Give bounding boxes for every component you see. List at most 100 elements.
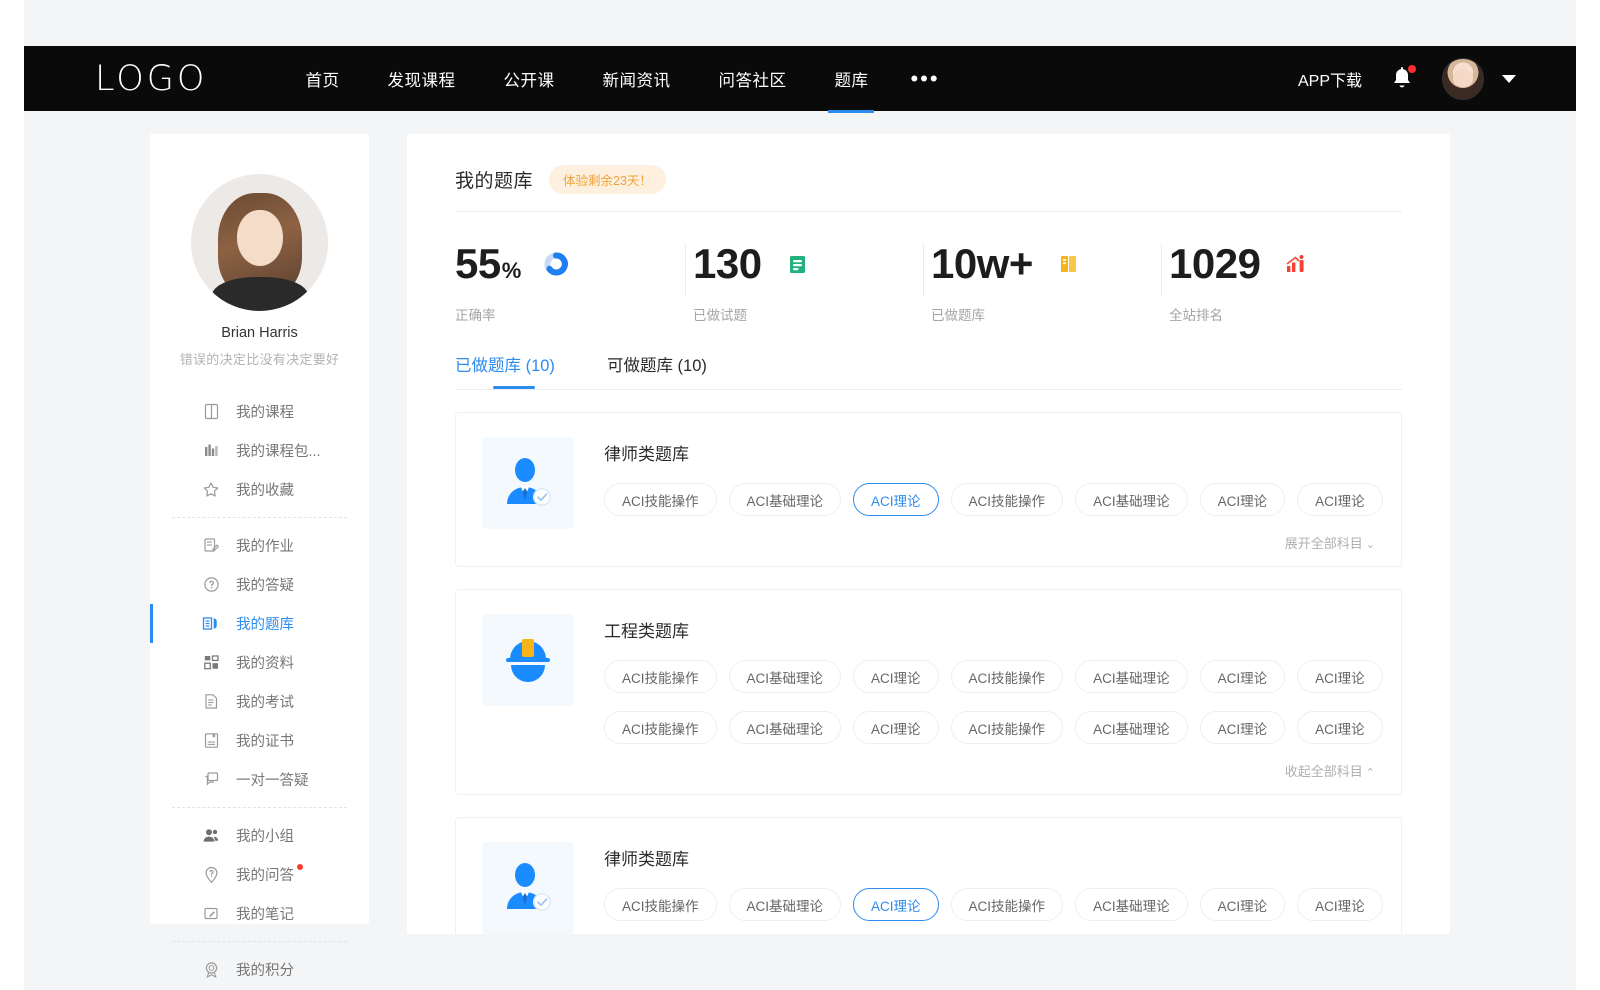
stat-label: 已做题库 [931, 304, 1169, 324]
question-bank-card[interactable]: 律师类题库 ACI技能操作 ACI基础理论 ACI理论 ACI技能操作 ACI基… [455, 412, 1402, 567]
tab-available-banks[interactable]: 可做题库 (10) [607, 352, 707, 389]
subject-tag[interactable]: ACI理论 [853, 660, 939, 693]
subject-tag[interactable]: ACI技能操作 [951, 888, 1064, 921]
subject-tag[interactable]: ACI理论 [1200, 888, 1286, 921]
stat-label: 正确率 [455, 304, 693, 324]
card-title: 律师类题库 [604, 845, 1375, 870]
nav-link-home[interactable]: 首页 [281, 67, 363, 91]
subject-tag-selected[interactable]: ACI理论 [853, 888, 939, 921]
more-menu-icon[interactable]: ••• [892, 74, 957, 84]
subject-tag[interactable]: ACI技能操作 [951, 711, 1064, 744]
sidebar-item-one-on-one-qa[interactable]: 一对一答疑 [150, 760, 369, 799]
green-doc-icon [785, 251, 811, 277]
subject-tag[interactable]: ACI理论 [1200, 711, 1286, 744]
notification-bell-button[interactable] [1390, 66, 1414, 92]
sidebar-item-my-course-packages[interactable]: 我的课程包... [150, 431, 369, 470]
stats-row: 55% 正确率 130 [407, 238, 1450, 324]
sidebar-item-my-points[interactable]: 我的积分 [150, 950, 369, 989]
exam-icon [202, 693, 220, 711]
sidebar-item-my-certificates[interactable]: 我的证书 [150, 721, 369, 760]
app-download-link[interactable]: APP下载 [1298, 67, 1362, 91]
sidebar-item-my-materials[interactable]: 我的资料 [150, 643, 369, 682]
profile-motto: 错误的决定比没有决定要好 [150, 349, 369, 368]
subject-tag[interactable]: ACI基础理论 [1075, 660, 1188, 693]
tab-done-banks[interactable]: 已做题库 (10) [455, 352, 555, 389]
nav-link-qa-community[interactable]: 问答社区 [694, 67, 810, 91]
collapse-all-subjects-button[interactable]: 收起全部科目⌃ [604, 761, 1375, 780]
header-avatar[interactable] [1442, 58, 1484, 100]
chevron-up-icon: ⌃ [1366, 767, 1375, 779]
stat-value: 1029 [1169, 243, 1261, 285]
avatar-body [212, 277, 308, 311]
subject-tag[interactable]: ACI基础理论 [729, 483, 842, 516]
sidebar-item-my-group[interactable]: 我的小组 [150, 816, 369, 855]
sidebar-item-my-notes[interactable]: 我的笔记 [150, 894, 369, 933]
chevron-down-icon[interactable] [1502, 75, 1516, 83]
yellow-book-icon [1056, 251, 1082, 277]
certificate-icon [202, 732, 220, 750]
materials-icon [202, 654, 220, 672]
sidebar-item-label: 我的题库 [236, 613, 294, 634]
top-navigation-bar: LOGO 首页 发现课程 公开课 新闻资讯 问答社区 题库 ••• APP下载 [24, 46, 1576, 111]
nav-link-discover-courses[interactable]: 发现课程 [363, 67, 479, 91]
sidebar-item-label: 我的课程 [236, 401, 294, 422]
subject-tag[interactable]: ACI基础理论 [729, 888, 842, 921]
page-title: 我的题库 [455, 166, 533, 193]
subject-tag[interactable]: ACI理论 [1297, 483, 1383, 516]
group-icon [202, 827, 220, 845]
subject-tag[interactable]: ACI技能操作 [604, 888, 717, 921]
sidebar-item-my-favorites[interactable]: 我的收藏 [150, 470, 369, 509]
collapse-label: 收起全部科目 [1285, 764, 1363, 779]
subject-tag-selected[interactable]: ACI理论 [853, 483, 939, 516]
stat-number: 1029 [1169, 240, 1260, 287]
chevron-down-icon: ⌄ [1366, 539, 1375, 551]
subject-tag[interactable]: ACI基础理论 [1075, 483, 1188, 516]
stat-unit: % [502, 258, 521, 283]
subject-tag[interactable]: ACI技能操作 [951, 660, 1064, 693]
sidebar-item-text: 我的问答 [236, 868, 294, 884]
question-bank-card[interactable]: 工程类题库 ACI技能操作 ACI基础理论 ACI理论 ACI技能操作 ACI基… [455, 589, 1402, 795]
subject-tag[interactable]: ACI技能操作 [604, 483, 717, 516]
stat-done-questions: 130 已做试题 [693, 238, 931, 324]
main-panel: 我的题库 体验剩余23天！ 55% 正确率 [407, 134, 1450, 934]
sidebar-item-my-exams[interactable]: 我的考试 [150, 682, 369, 721]
subject-tag[interactable]: ACI技能操作 [951, 483, 1064, 516]
subject-tag[interactable]: ACI基础理论 [729, 711, 842, 744]
qa-pin-icon [202, 866, 220, 884]
subject-tag[interactable]: ACI技能操作 [604, 660, 717, 693]
expand-all-subjects-button[interactable]: 展开全部科目⌄ [604, 533, 1375, 552]
subject-tag[interactable]: ACI技能操作 [604, 711, 717, 744]
subject-tag[interactable]: ACI基础理论 [1075, 711, 1188, 744]
subject-tag[interactable]: ACI基础理论 [1075, 888, 1188, 921]
trial-badge: 体验剩余23天！ [549, 165, 666, 194]
tab-bar: 已做题库 (10) 可做题库 (10) [407, 352, 1450, 389]
stat-value-row: 1029 [1169, 238, 1407, 290]
sidebar-item-my-questions[interactable]: 我的问答 [150, 855, 369, 894]
card-body: 律师类题库 ACI技能操作 ACI基础理论 ACI理论 ACI技能操作 ACI基… [604, 437, 1375, 552]
subject-tag[interactable]: ACI理论 [1297, 888, 1383, 921]
sidebar-item-label: 我的作业 [236, 535, 294, 556]
nav-link-question-bank[interactable]: 题库 [810, 67, 892, 91]
stat-number: 10w+ [931, 240, 1033, 287]
stat-value: 55% [455, 243, 521, 285]
nav-link-news[interactable]: 新闻资讯 [578, 67, 694, 91]
sidebar-divider [172, 941, 347, 942]
subject-tag[interactable]: ACI理论 [1297, 711, 1383, 744]
profile-avatar[interactable] [191, 174, 328, 311]
sidebar-item-my-question-bank[interactable]: 我的题库 [150, 604, 369, 643]
helmet-icon [482, 614, 574, 706]
subject-tag[interactable]: ACI理论 [1297, 660, 1383, 693]
sidebar-item-my-qa[interactable]: 我的答疑 [150, 565, 369, 604]
subject-tag[interactable]: ACI理论 [853, 711, 939, 744]
sidebar-item-my-homework[interactable]: 我的作业 [150, 526, 369, 565]
question-bank-card[interactable]: 律师类题库 ACI技能操作 ACI基础理论 ACI理论 ACI技能操作 ACI基… [455, 817, 1402, 934]
sidebar-item-label: 一对一答疑 [236, 769, 309, 790]
subject-tag[interactable]: ACI理论 [1200, 660, 1286, 693]
subject-tag[interactable]: ACI理论 [1200, 483, 1286, 516]
subject-tag[interactable]: ACI基础理论 [729, 660, 842, 693]
site-logo[interactable]: LOGO [95, 59, 207, 99]
sidebar-divider [172, 807, 347, 808]
nav-link-open-class[interactable]: 公开课 [479, 67, 578, 91]
stat-value-row: 55% [455, 238, 693, 290]
sidebar-item-my-courses[interactable]: 我的课程 [150, 392, 369, 431]
